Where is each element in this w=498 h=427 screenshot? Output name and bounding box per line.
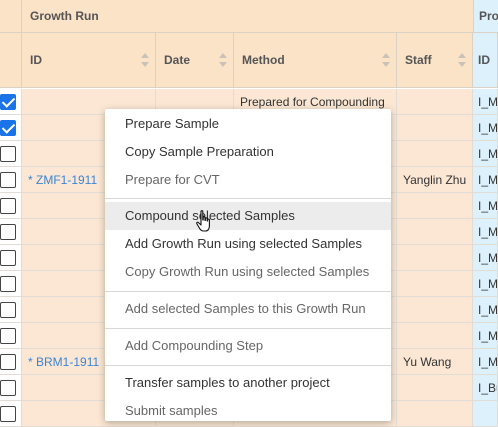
select-cell: [0, 401, 22, 427]
column-header-id-label: ID: [30, 53, 42, 67]
menu-item-prepare-for-cvt[interactable]: Prepare for CVT: [105, 166, 391, 194]
row-checkbox[interactable]: [0, 250, 16, 266]
cell-staff: [397, 401, 473, 427]
cell-pro-id: I_M: [473, 193, 498, 219]
row-checkbox[interactable]: [0, 276, 16, 292]
column-header-pro-id-label: ID: [478, 53, 490, 67]
row-checkbox[interactable]: [0, 94, 16, 110]
cell-staff: [397, 115, 473, 141]
cell-staff: [397, 193, 473, 219]
row-checkbox[interactable]: [0, 406, 16, 422]
sort-icon[interactable]: [141, 53, 149, 67]
cell-staff: [397, 245, 473, 271]
group-header-growth-run: Growth Run: [22, 0, 473, 33]
row-checkbox[interactable]: [0, 146, 16, 162]
menu-item-add-compounding-step[interactable]: Add Compounding Step: [105, 332, 391, 360]
menu-separator: [105, 291, 391, 292]
select-cell: [0, 115, 22, 141]
select-cell: [0, 141, 22, 167]
select-cell: [0, 323, 22, 349]
column-header-date[interactable]: Date: [156, 33, 234, 88]
cell-pro-id: I_M: [473, 219, 498, 245]
select-cell: [0, 271, 22, 297]
column-header-staff[interactable]: Staff: [397, 33, 473, 88]
cell-pro-id: I_M: [473, 115, 498, 141]
cell-staff: [397, 89, 473, 115]
cell-pro-id: I_M: [473, 297, 498, 323]
cell-staff: Yu Wang: [397, 349, 473, 375]
select-cell: [0, 245, 22, 271]
sort-icon[interactable]: [458, 53, 466, 67]
menu-item-prepare-sample[interactable]: Prepare Sample: [105, 110, 391, 138]
menu-item-add-samples-to-growth-run[interactable]: Add selected Samples to this Growth Run: [105, 295, 391, 323]
select-cell: [0, 89, 22, 115]
cell-pro-id: I_M: [473, 349, 498, 375]
cell-staff: Yanglin Zhu: [397, 167, 473, 193]
select-cell: [0, 167, 22, 193]
cell-staff: [397, 375, 473, 401]
cell-pro-id: I_M: [473, 89, 498, 115]
sort-icon[interactable]: [382, 53, 390, 67]
column-header-id[interactable]: ID: [22, 33, 156, 88]
cell-pro-id: I_M: [473, 323, 498, 349]
column-header-staff-label: Staff: [405, 53, 432, 67]
menu-separator: [105, 328, 391, 329]
column-header-method-label: Method: [242, 53, 285, 67]
cell-staff: [397, 219, 473, 245]
select-column-header: [0, 33, 22, 88]
row-checkbox[interactable]: [0, 172, 16, 188]
cell-staff: [397, 297, 473, 323]
row-checkbox[interactable]: [0, 120, 16, 136]
header-corner: [0, 0, 22, 33]
row-checkbox[interactable]: [0, 328, 16, 344]
menu-item-copy-growth-run[interactable]: Copy Growth Run using selected Samples: [105, 258, 391, 286]
select-cell: [0, 193, 22, 219]
column-header-method[interactable]: Method: [234, 33, 397, 88]
menu-item-copy-sample-preparation[interactable]: Copy Sample Preparation: [105, 138, 391, 166]
cell-pro-id: I_M: [473, 167, 498, 193]
row-checkbox[interactable]: [0, 380, 16, 396]
select-cell: [0, 297, 22, 323]
sort-icon[interactable]: [219, 53, 227, 67]
row-checkbox[interactable]: [0, 198, 16, 214]
cell-staff: [397, 271, 473, 297]
menu-separator: [105, 365, 391, 366]
column-header-date-label: Date: [164, 53, 191, 67]
hand-cursor-icon: [196, 210, 210, 232]
cell-pro-id: I_M: [473, 271, 498, 297]
cell-pro-id: [473, 401, 498, 427]
menu-item-submit-samples[interactable]: Submit samples: [105, 397, 391, 425]
cell-staff: [397, 323, 473, 349]
menu-item-compound-selected-samples[interactable]: Compound selected Samples: [105, 202, 391, 230]
cell-pro-id: I_M: [473, 245, 498, 271]
menu-item-add-growth-run[interactable]: Add Growth Run using selected Samples: [105, 230, 391, 258]
context-menu: Prepare Sample Copy Sample Preparation P…: [105, 109, 391, 421]
cell-staff: [397, 141, 473, 167]
row-checkbox[interactable]: [0, 302, 16, 318]
select-cell: [0, 219, 22, 245]
row-checkbox[interactable]: [0, 224, 16, 240]
select-cell: [0, 375, 22, 401]
row-checkbox[interactable]: [0, 354, 16, 370]
group-header-pro: Pro: [473, 0, 498, 33]
menu-separator: [105, 198, 391, 199]
column-header-pro-id[interactable]: ID: [473, 33, 498, 88]
cell-pro-id: I_M: [473, 141, 498, 167]
cell-pro-id: I_Bu: [473, 375, 498, 401]
menu-item-transfer-samples[interactable]: Transfer samples to another project: [105, 369, 391, 397]
select-cell: [0, 349, 22, 375]
